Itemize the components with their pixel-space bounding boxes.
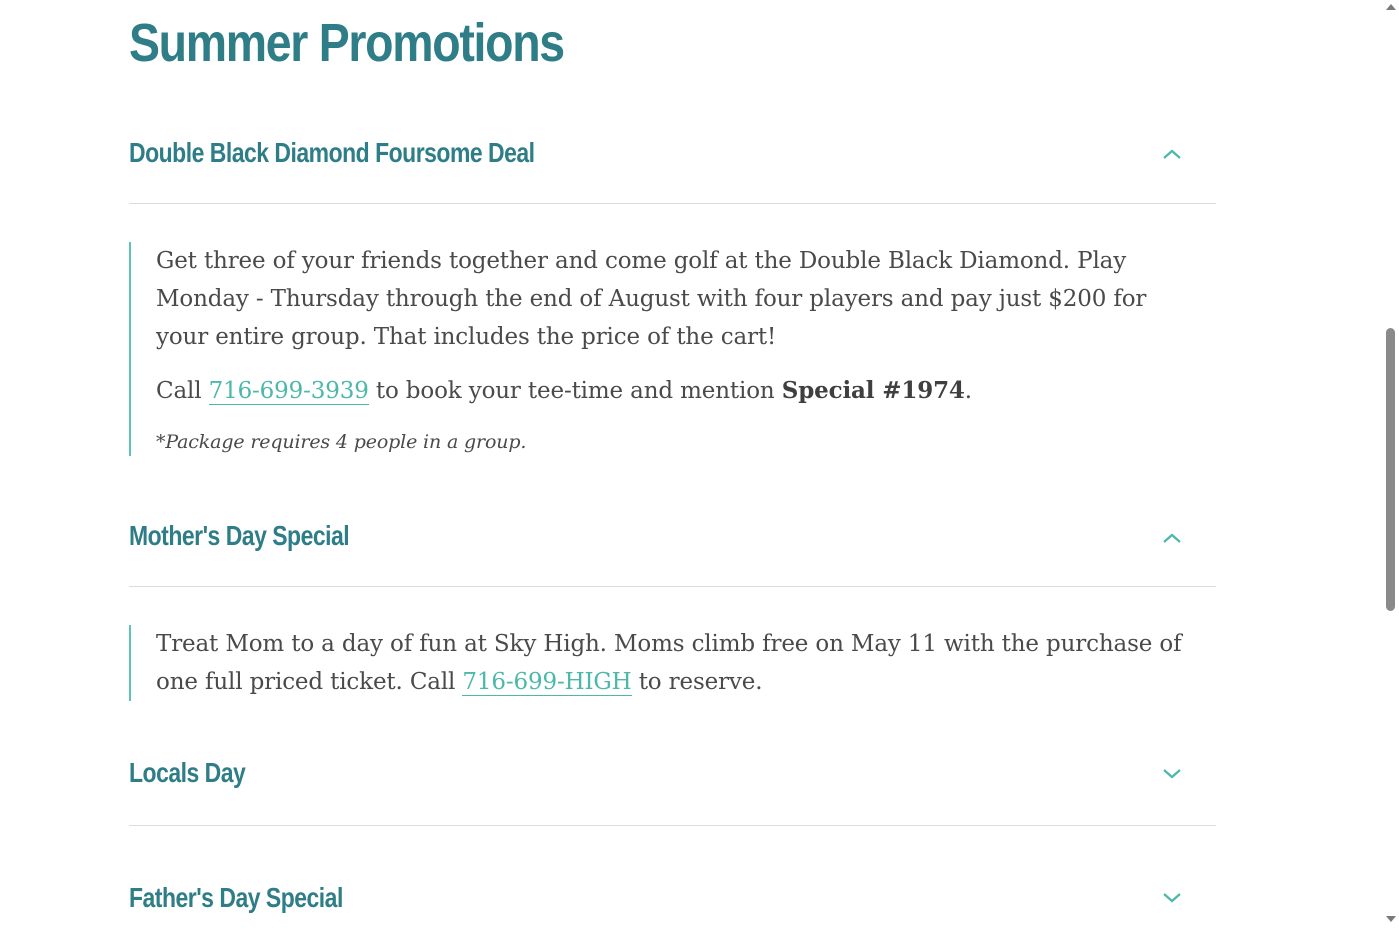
call-middle: to book your tee-time and mention bbox=[375, 378, 775, 404]
chevron-down-icon[interactable] bbox=[1162, 892, 1182, 904]
promo-call-line: Call 716-699-3939 to book your tee-time … bbox=[156, 372, 1196, 410]
phone-link[interactable]: 716-699-HIGH bbox=[462, 669, 632, 696]
scroll-down-arrow-icon[interactable] bbox=[1386, 916, 1396, 922]
accordion-panel-mothers-day: Treat Mom to a day of fun at Sky High. M… bbox=[129, 625, 1216, 701]
call-suffix: . bbox=[964, 378, 972, 404]
accordion-title: Double Black Diamond Foursome Deal bbox=[129, 137, 535, 168]
chevron-down-icon[interactable] bbox=[1162, 768, 1182, 780]
special-code: Special #1974 bbox=[781, 377, 965, 404]
accordion-header-locals-day[interactable]: Locals Day bbox=[129, 746, 1216, 826]
accordion-title: Locals Day bbox=[129, 757, 246, 788]
promo-note: *Package requires 4 people in a group. bbox=[156, 431, 527, 453]
promo-description: Get three of your friends together and c… bbox=[156, 248, 1147, 350]
accordion-header-fathers-day[interactable]: Father's Day Special bbox=[129, 870, 1216, 929]
accordion-header-mothers-day[interactable]: Mother's Day Special bbox=[129, 507, 1216, 587]
call-prefix: Call bbox=[156, 378, 202, 404]
accordion-header-foursome-deal[interactable]: Double Black Diamond Foursome Deal bbox=[129, 124, 1216, 204]
scrollbar-thumb[interactable] bbox=[1386, 328, 1395, 611]
scroll-up-arrow-icon[interactable] bbox=[1386, 4, 1396, 10]
page-title: Summer Promotions bbox=[129, 13, 565, 73]
phone-link[interactable]: 716-699-3939 bbox=[208, 378, 369, 405]
vertical-scrollbar[interactable] bbox=[1382, 0, 1399, 929]
promo-description: Treat Mom to a day of fun at Sky High. M… bbox=[156, 625, 1196, 701]
chevron-up-icon[interactable] bbox=[1162, 148, 1182, 160]
text-suffix: to reserve. bbox=[638, 669, 763, 695]
accordion-title: Father's Day Special bbox=[129, 882, 343, 913]
chevron-up-icon[interactable] bbox=[1162, 532, 1182, 544]
accordion-title: Mother's Day Special bbox=[129, 520, 350, 551]
accordion-panel-foursome-deal: Get three of your friends together and c… bbox=[129, 242, 1216, 456]
